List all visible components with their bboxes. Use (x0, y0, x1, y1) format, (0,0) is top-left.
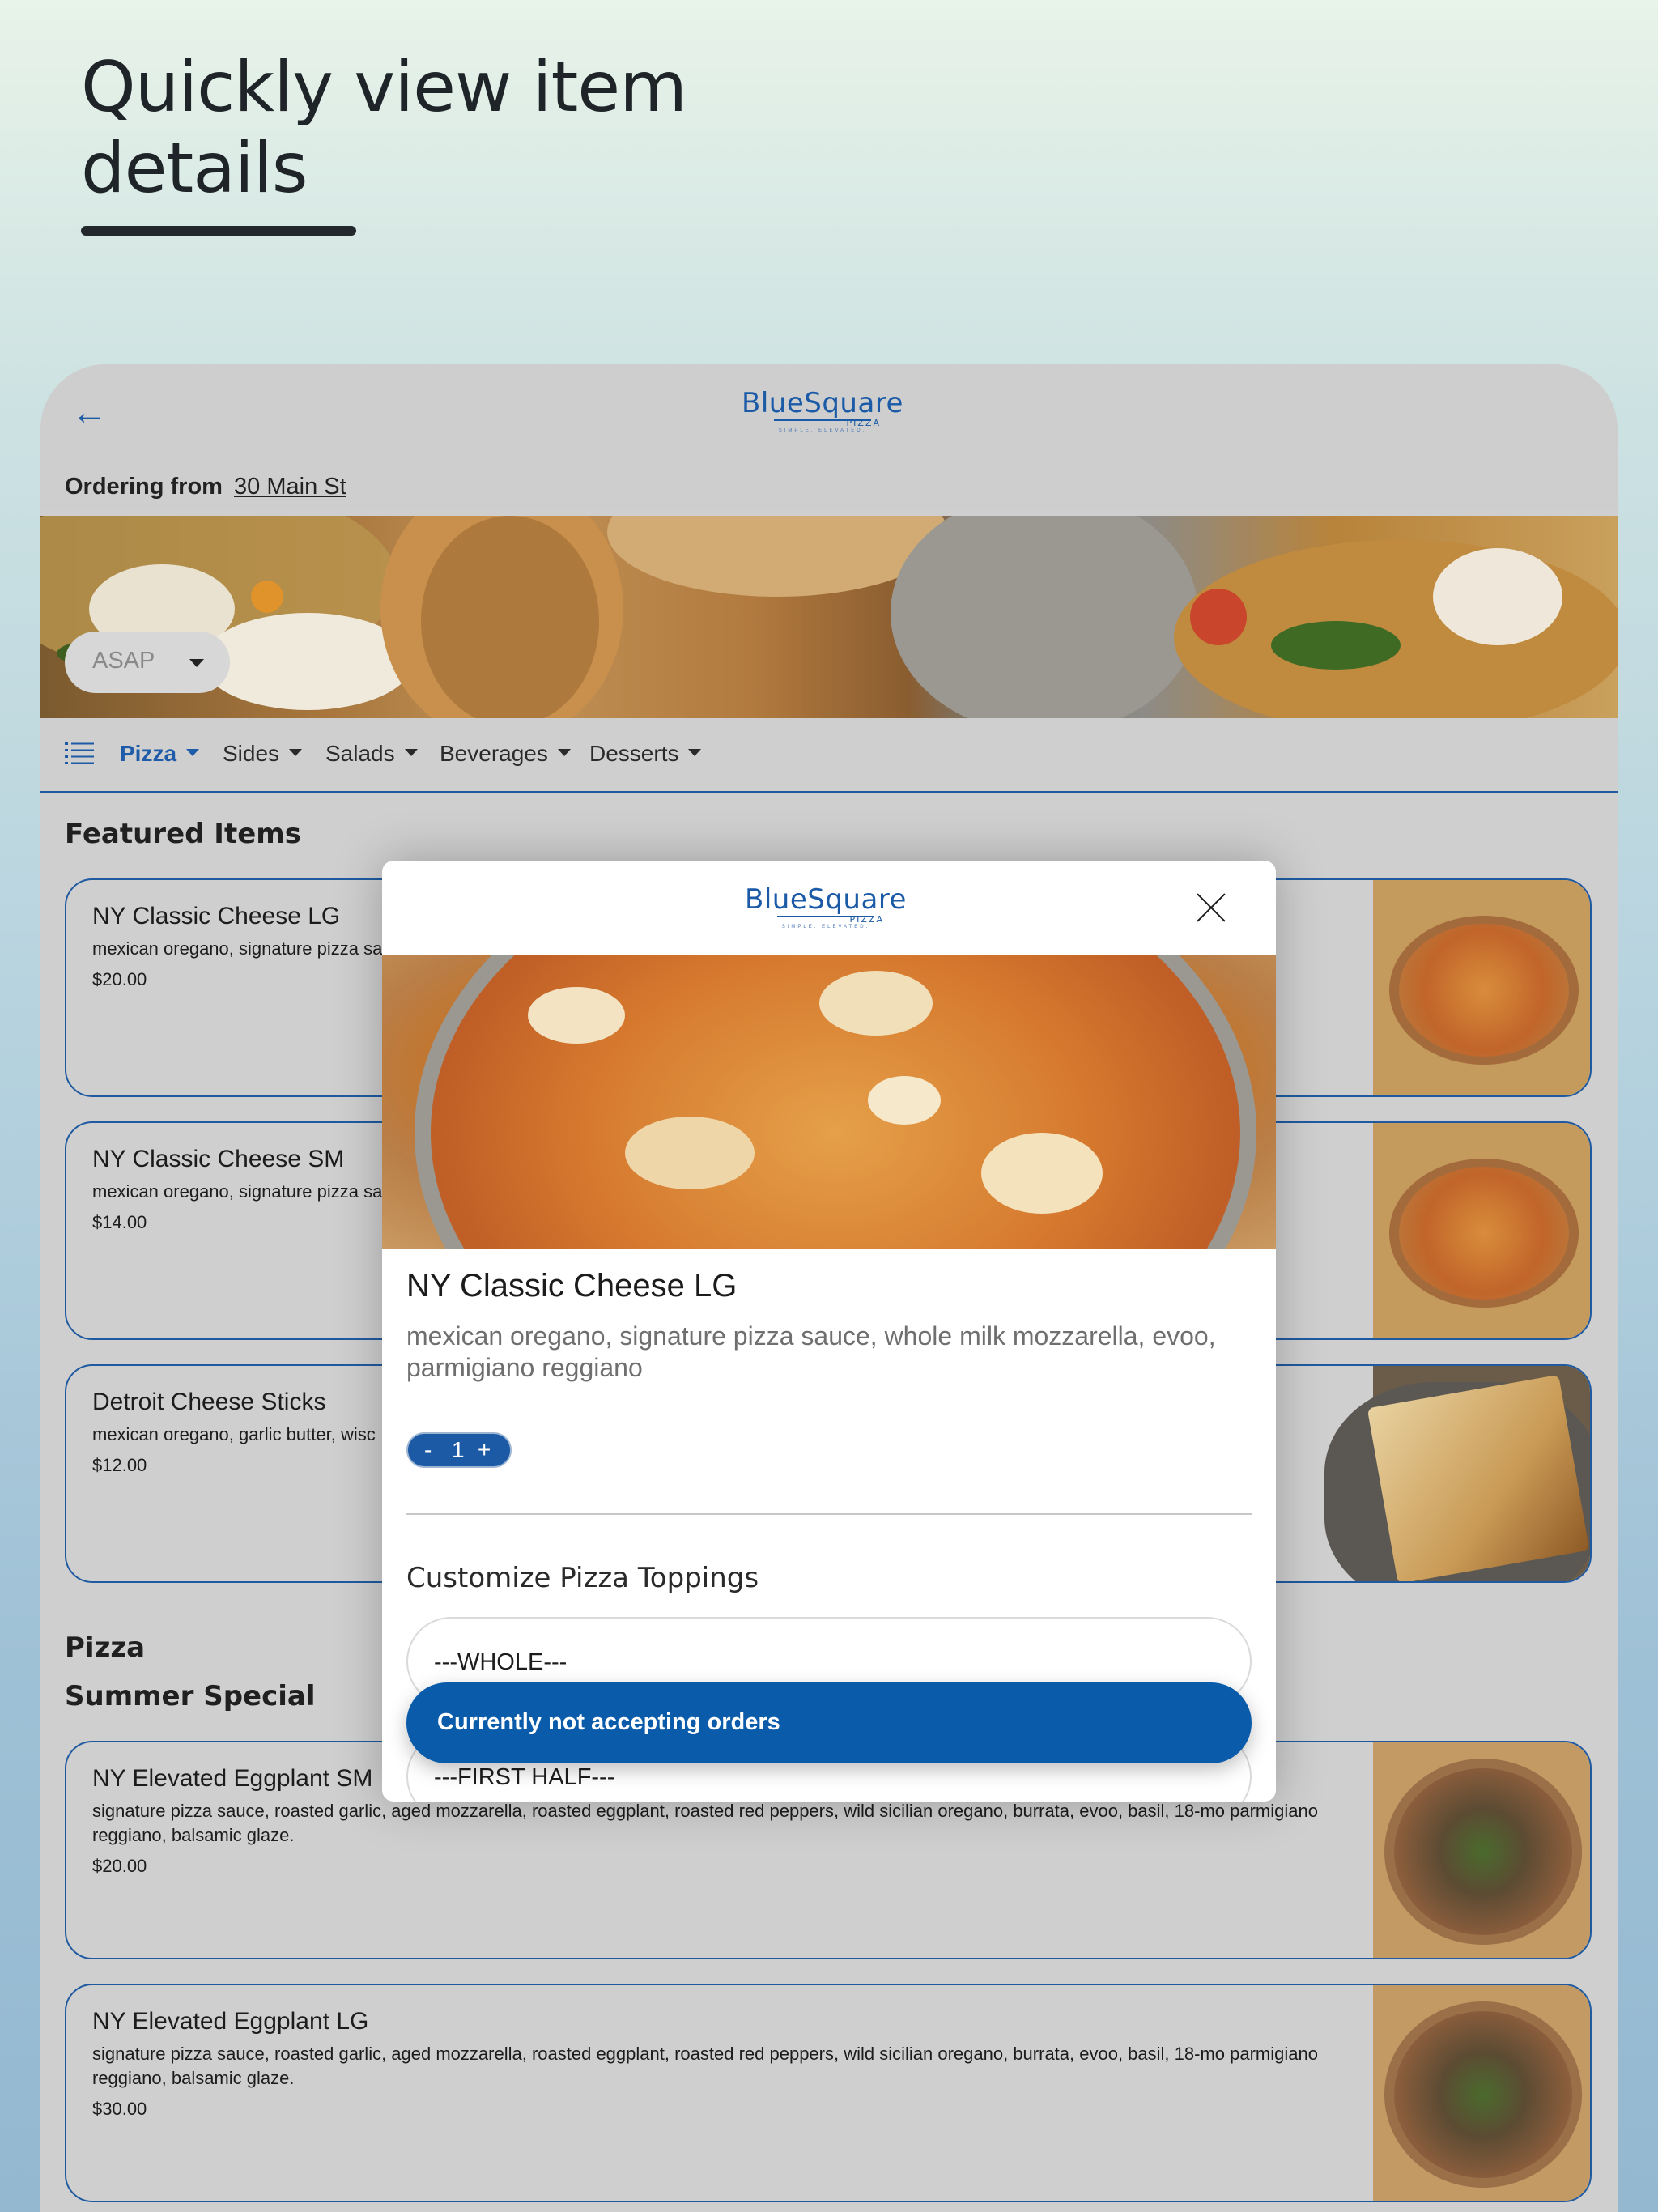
category-nav: Pizza Sides Salads Beverages Desserts (40, 718, 1618, 793)
select-value: ---FIRST HALF--- (434, 1764, 615, 1790)
time-select[interactable]: ASAP (65, 632, 230, 693)
nav-item-beverages[interactable]: Beverages (440, 741, 571, 767)
modal-brand-logo: BlueSquare PIZZA SIMPLE. ELEVATED. (745, 883, 907, 929)
brand-name: BlueSquare (742, 387, 903, 419)
nav-item-salads[interactable]: Salads (325, 741, 418, 767)
item-details-modal: BlueSquare PIZZA SIMPLE. ELEVATED. NY Cl… (382, 861, 1276, 1802)
section-pizza-heading: Pizza (65, 1631, 146, 1664)
item-price: $20.00 (92, 1856, 147, 1876)
increment-button[interactable]: + (478, 1437, 491, 1463)
select-value: ---WHOLE--- (434, 1649, 568, 1675)
brand-name: BlueSquare (745, 883, 907, 916)
quantity-stepper: - 1 + (406, 1432, 512, 1468)
item-price: $20.00 (92, 969, 147, 989)
hero-title: Quickly view item details (81, 47, 687, 209)
section-featured-heading: Featured Items (65, 818, 301, 850)
customize-heading: Customize Pizza Toppings (406, 1562, 759, 1594)
chevron-down-icon (404, 749, 418, 757)
nav-label: Sides (223, 741, 280, 766)
ordering-address-link[interactable]: 30 Main St (234, 474, 346, 500)
menu-item-card[interactable]: NY Elevated Eggplant LG signature pizza … (65, 1984, 1592, 2202)
hero-banner-image (40, 516, 1618, 718)
cta-label: Currently not accepting orders (437, 1709, 780, 1735)
item-image (1373, 1742, 1590, 1958)
item-title: NY Elevated Eggplant LG (92, 2008, 369, 2035)
nav-item-desserts[interactable]: Desserts (589, 741, 702, 767)
nav-label: Desserts (589, 741, 679, 766)
ordering-label: Ordering from (65, 474, 223, 500)
item-title: NY Classic Cheese SM (92, 1146, 345, 1172)
modal-item-description: mexican oregano, signature pizza sauce, … (406, 1321, 1216, 1382)
chevron-down-icon (688, 749, 702, 757)
brand-tagline: SIMPLE. ELEVATED. (778, 428, 867, 433)
section-summer-heading: Summer Special (65, 1680, 316, 1712)
menu-list-icon[interactable] (65, 741, 94, 767)
app-header: ← BlueSquare PIZZA SIMPLE. ELEVATED. Ord… (40, 364, 1618, 510)
quantity-value: 1 (452, 1437, 465, 1462)
decrement-button[interactable]: - (424, 1437, 432, 1463)
ordering-from: Ordering from 30 Main St (65, 474, 346, 500)
chevron-down-icon (557, 749, 571, 757)
back-arrow-icon[interactable]: ← (71, 389, 120, 437)
item-image (1373, 1985, 1590, 2201)
item-title: Detroit Cheese Sticks (92, 1389, 326, 1415)
item-photo (382, 955, 1276, 1249)
brand-logo: BlueSquare PIZZA SIMPLE. ELEVATED. (742, 387, 903, 433)
chevron-down-icon (189, 659, 204, 667)
chevron-down-icon (289, 749, 303, 757)
item-price: $30.00 (92, 2099, 147, 2119)
item-price: $14.00 (92, 1212, 147, 1232)
chevron-down-icon (186, 749, 200, 757)
divider (406, 1513, 1252, 1515)
brand-tagline: SIMPLE. ELEVATED. (781, 925, 870, 929)
not-accepting-orders-button[interactable]: Currently not accepting orders (406, 1682, 1252, 1763)
close-icon[interactable] (1195, 891, 1227, 924)
nav-item-sides[interactable]: Sides (223, 741, 303, 767)
hero-underline (81, 226, 356, 236)
item-image (1373, 880, 1590, 1095)
item-price: $12.00 (92, 1455, 147, 1475)
nav-label: Salads (325, 741, 395, 766)
item-image (1324, 1366, 1590, 1581)
nav-item-pizza[interactable]: Pizza (120, 741, 200, 767)
item-description: signature pizza sauce, roasted garlic, a… (92, 2044, 1318, 2088)
item-image (1373, 1123, 1590, 1338)
time-select-value: ASAP (92, 648, 155, 674)
modal-item-title: NY Classic Cheese LG (406, 1268, 738, 1304)
item-title: NY Classic Cheese LG (92, 903, 341, 929)
nav-label: Pizza (120, 741, 177, 766)
item-title: NY Elevated Eggplant SM (92, 1765, 373, 1792)
nav-label: Beverages (440, 741, 548, 766)
item-description: signature pizza sauce, roasted garlic, a… (92, 1801, 1318, 1845)
